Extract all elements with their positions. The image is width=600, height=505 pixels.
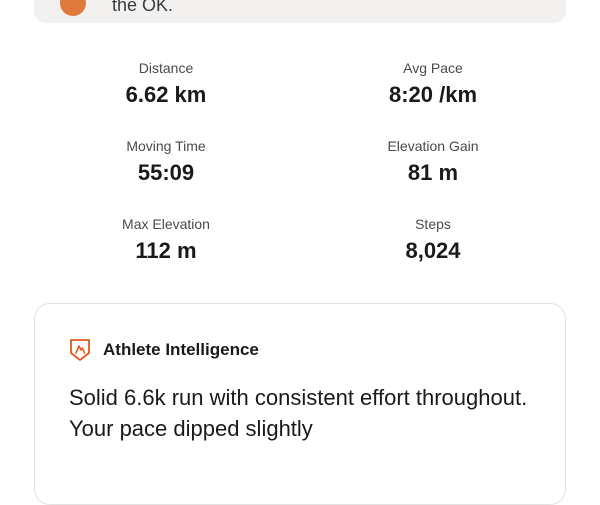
- avatar: [60, 0, 86, 16]
- athlete-intelligence-header: Athlete Intelligence: [69, 338, 259, 362]
- athlete-intelligence-card[interactable]: Athlete Intelligence Solid 6.6k run with…: [34, 303, 566, 505]
- stat-moving-time: Moving Time 55:09: [66, 137, 266, 187]
- previous-card: the OK.: [34, 0, 566, 23]
- stat-label: Avg Pace: [403, 60, 463, 76]
- stat-label: Moving Time: [126, 138, 206, 154]
- stat-avg-pace: Avg Pace 8:20 /km: [333, 59, 533, 109]
- stat-value: 55:09: [137, 160, 195, 185]
- athlete-intelligence-summary: Solid 6.6k run with consistent effort th…: [69, 385, 528, 441]
- athlete-intelligence-title: Athlete Intelligence: [103, 340, 259, 359]
- stat-steps: Steps 8,024: [333, 215, 533, 265]
- stat-distance: Distance 6.62 km: [66, 59, 266, 109]
- stat-label: Steps: [415, 216, 451, 232]
- stat-value: 112 m: [135, 238, 197, 263]
- stat-value: 81 m: [407, 160, 459, 185]
- stat-max-elevation: Max Elevation 112 m: [66, 215, 266, 265]
- stat-value: 8:20 /km: [388, 82, 478, 107]
- previous-card-text: the OK.: [112, 0, 174, 15]
- stat-label: Distance: [138, 60, 194, 76]
- athlete-intelligence-badge-icon: [69, 338, 91, 362]
- stat-value: 6.62 km: [125, 82, 207, 107]
- stat-value: 8,024: [405, 238, 461, 263]
- stat-label: Max Elevation: [122, 216, 210, 232]
- stat-elevation-gain: Elevation Gain 81 m: [333, 137, 533, 187]
- stat-label: Elevation Gain: [387, 138, 479, 154]
